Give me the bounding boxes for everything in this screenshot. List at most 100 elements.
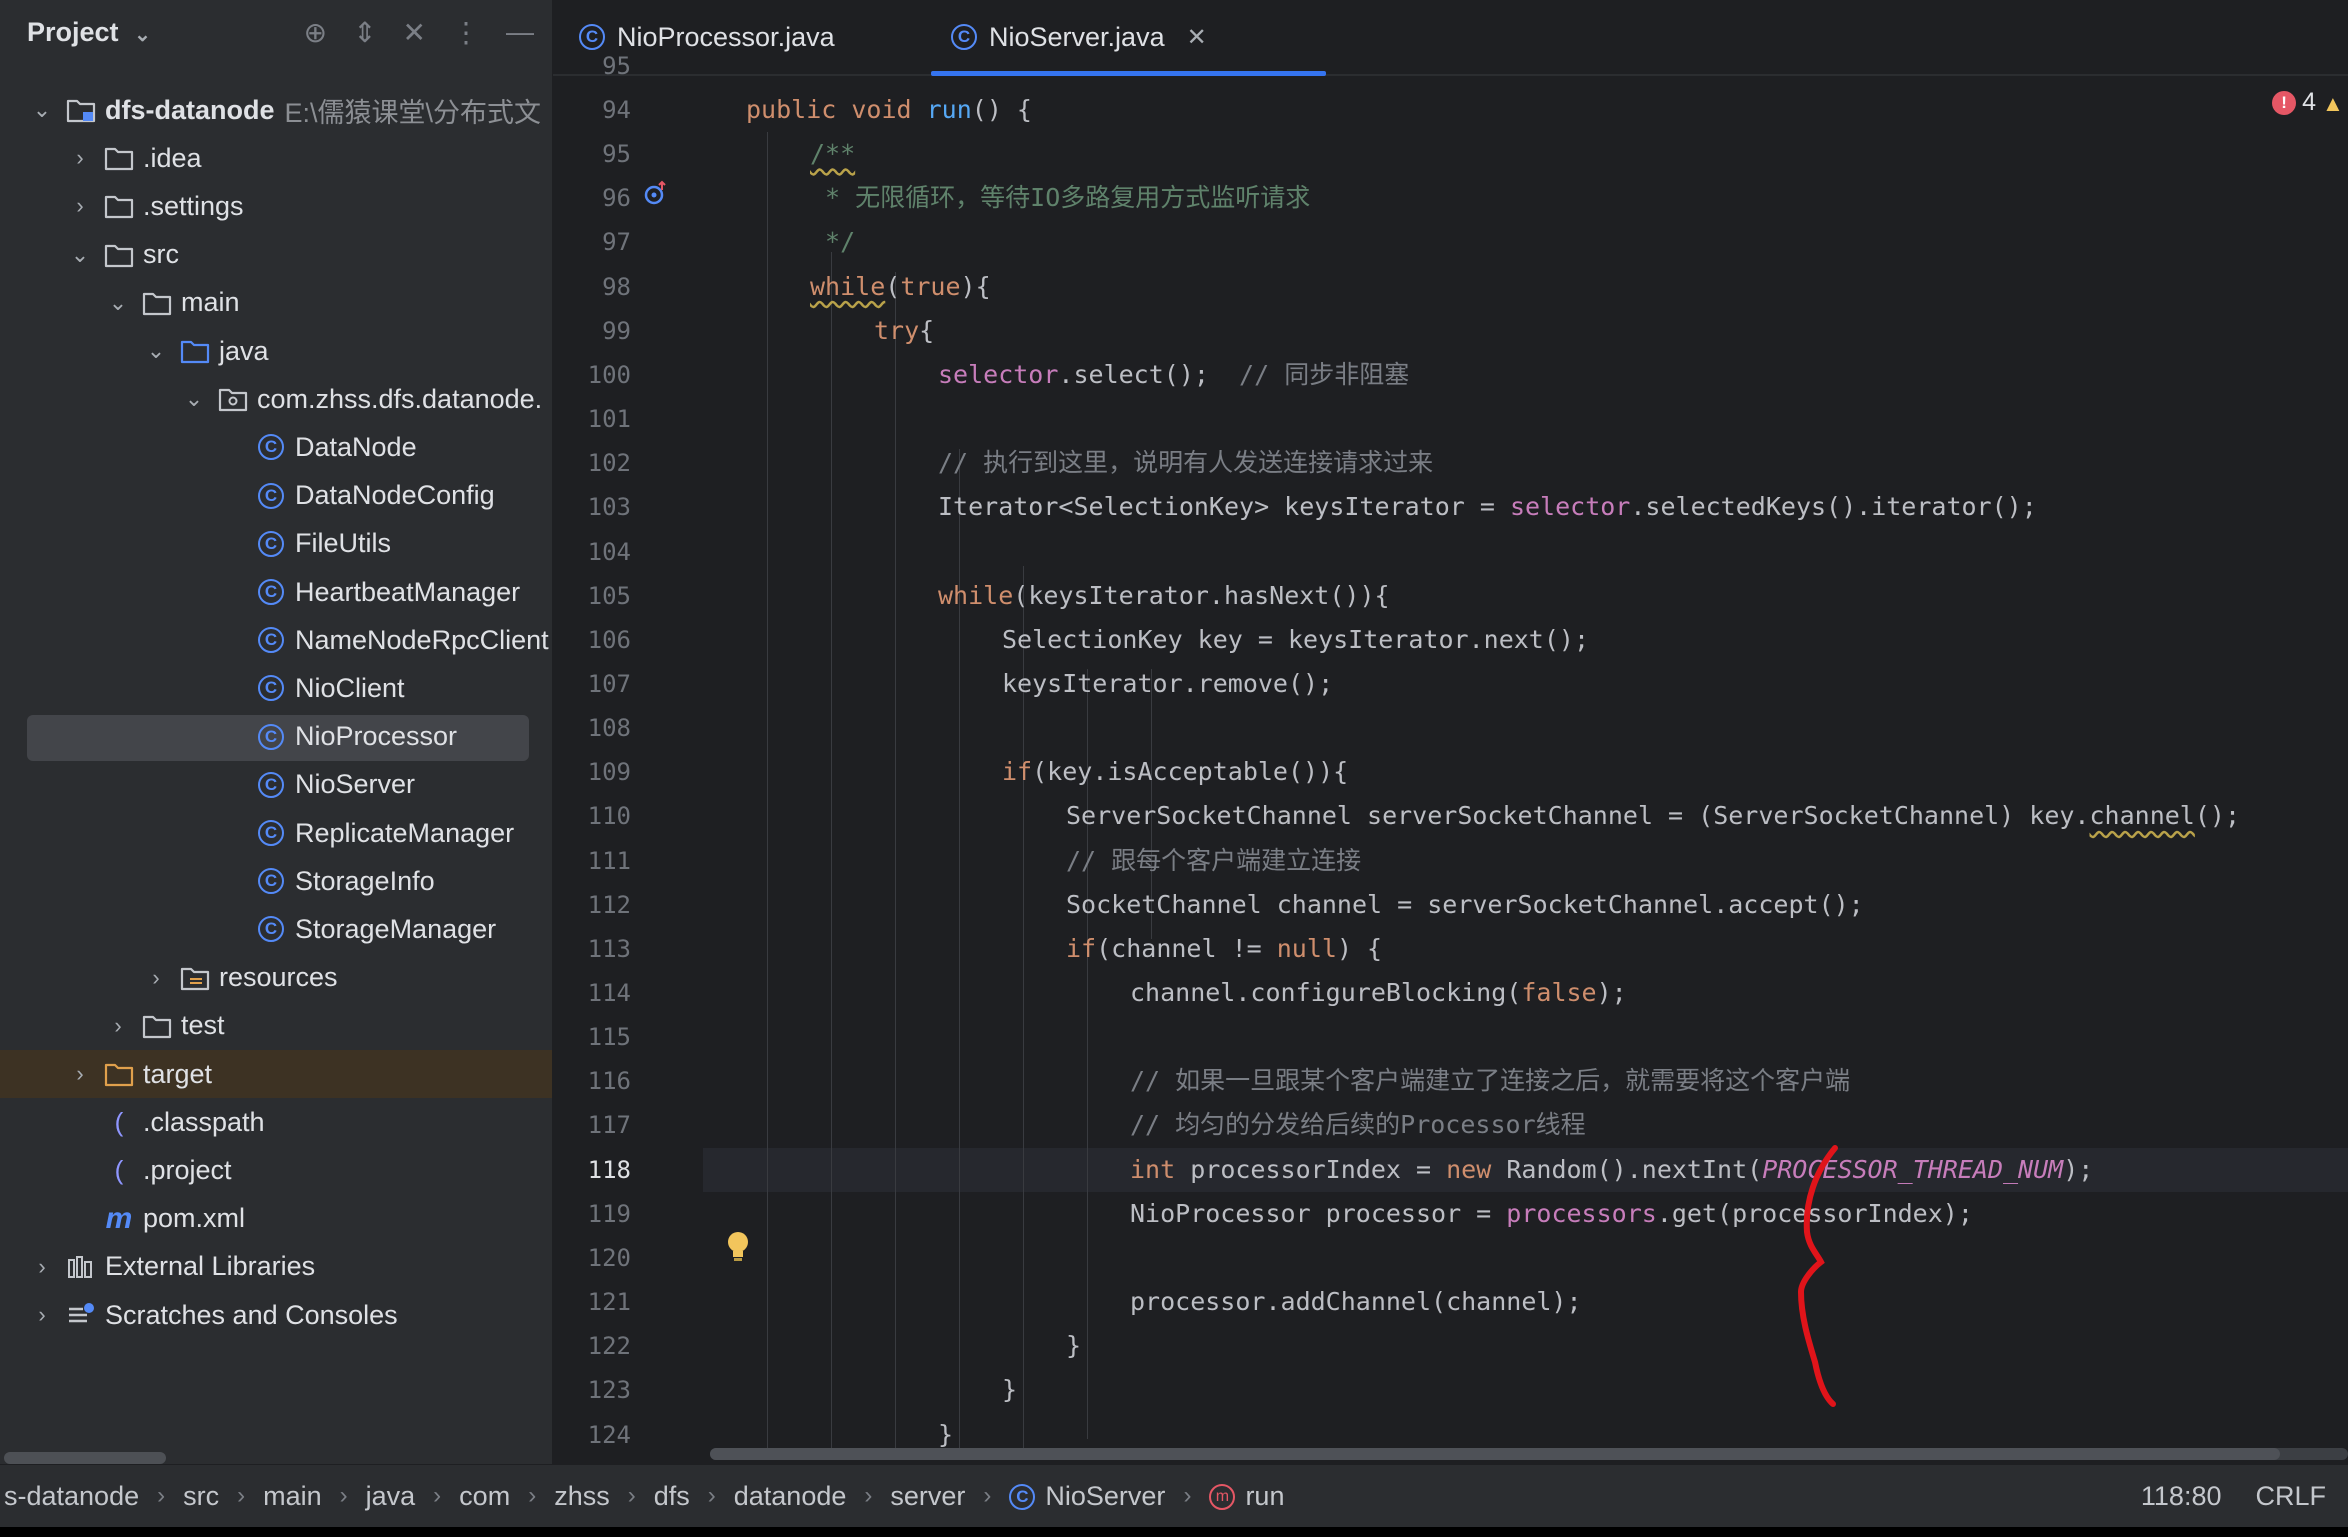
line-number[interactable]: 107 [588, 662, 631, 706]
tree-item-fileutils[interactable]: C FileUtils [0, 520, 552, 568]
code-line[interactable]: // 执行到这里，说明有人发送连接请求过来 [938, 441, 1433, 485]
tree-item-java[interactable]: ⌄ java [0, 327, 552, 375]
project-view-selector[interactable]: Project ⌄ [27, 17, 151, 48]
code-line[interactable]: while(true){ [810, 265, 991, 309]
tree-item-test[interactable]: › test [0, 1002, 552, 1050]
line-number[interactable]: 103 [588, 485, 631, 529]
chevron-right-icon[interactable]: › [31, 1302, 53, 1328]
code-line[interactable]: keysIterator.remove(); [1002, 662, 1333, 706]
chevron-right-icon[interactable]: › [69, 145, 91, 171]
chevron-down-icon[interactable]: ⌄ [31, 97, 53, 123]
tree-item-src[interactable]: ⌄ src [0, 231, 552, 279]
code-line[interactable]: Iterator<SelectionKey> keysIterator = se… [938, 485, 2037, 529]
line-number[interactable]: 112 [588, 883, 631, 927]
line-number[interactable]: 122 [588, 1324, 631, 1368]
code-line[interactable]: while(keysIterator.hasNext()){ [938, 574, 1390, 618]
line-number[interactable]: 102 [588, 441, 631, 485]
tree-item-com-zhss-dfs-datanode[interactable]: ⌄ com.zhss.dfs.datanode. [0, 375, 552, 423]
inspection-widget[interactable]: ! 4 ▲ [2272, 88, 2344, 117]
line-number[interactable]: 108 [588, 706, 631, 750]
tree-item-datanodeconfig[interactable]: C DataNodeConfig [0, 472, 552, 520]
code-area[interactable]: public void run() {/** * 无限循环，等待IO多路复用方式… [703, 74, 2348, 1449]
line-number[interactable]: 99 [602, 309, 631, 353]
expand-all-icon[interactable]: ⇕ [353, 16, 376, 49]
line-number[interactable]: 124 [588, 1413, 631, 1457]
line-number[interactable]: 98 [602, 265, 631, 309]
locate-icon[interactable]: ⊕ [304, 16, 327, 49]
breadcrumb-item[interactable]: com [455, 1481, 514, 1512]
tree-item-nioserver[interactable]: C NioServer [0, 761, 552, 809]
code-line[interactable]: } [1002, 1368, 1017, 1412]
tree-item-heartbeatmanager[interactable]: C HeartbeatManager [0, 568, 552, 616]
chevron-right-icon[interactable]: › [69, 1061, 91, 1087]
editor-horizontal-scrollbar[interactable] [710, 1448, 2348, 1460]
code-line[interactable]: SocketChannel channel = serverSocketChan… [1066, 883, 1864, 927]
line-number[interactable]: 118 [588, 1148, 631, 1192]
scrollbar-thumb[interactable] [710, 1448, 2280, 1460]
line-number[interactable]: 120 [588, 1236, 631, 1280]
more-options-icon[interactable]: ⋮ [452, 16, 480, 49]
chevron-right-icon[interactable]: › [69, 193, 91, 219]
breadcrumb-item[interactable]: server [886, 1481, 969, 1512]
line-number[interactable]: 115 [588, 1015, 631, 1059]
tree-item-project[interactable]: (.project [0, 1146, 552, 1194]
chevron-down-icon[interactable]: ⌄ [183, 386, 205, 412]
breadcrumb-item[interactable]: main [259, 1481, 326, 1512]
tree-item-classpath[interactable]: (.classpath [0, 1098, 552, 1146]
breadcrumb-item[interactable]: src [179, 1481, 223, 1512]
chevron-down-icon[interactable]: ⌄ [107, 290, 129, 316]
code-line[interactable]: // 如果一旦跟某个客户端建立了连接之后，就需要将这个客户端 [1130, 1059, 1850, 1103]
breadcrumb-item[interactable]: C NioServer [1005, 1481, 1169, 1512]
line-number[interactable]: 123 [588, 1368, 631, 1412]
tree-item-dfs-datanode[interactable]: ⌄ dfs-datanode E:\儒猿课堂\分布式文 [0, 86, 552, 134]
chevron-right-icon[interactable]: › [107, 1013, 129, 1039]
line-number[interactable]: 119 [588, 1192, 631, 1236]
code-line[interactable]: /** [810, 132, 855, 176]
tree-item-resources[interactable]: › resources [0, 954, 552, 1002]
line-number[interactable]: 109 [588, 750, 631, 794]
line-number[interactable]: 96 [602, 176, 631, 220]
chevron-right-icon[interactable]: › [145, 965, 167, 991]
tree-item-datanode[interactable]: C DataNode [0, 423, 552, 471]
tree-item-nioclient[interactable]: C NioClient [0, 664, 552, 712]
code-line[interactable]: public void run() { [746, 88, 1032, 132]
line-separator[interactable]: CRLF [2255, 1481, 2326, 1512]
line-number[interactable]: 113 [588, 927, 631, 971]
tree-item-storageinfo[interactable]: C StorageInfo [0, 857, 552, 905]
caret-position[interactable]: 118:80 [2141, 1481, 2222, 1512]
line-number[interactable]: 121 [588, 1280, 631, 1324]
tree-item-namenoderpcclient[interactable]: C NameNodeRpcClient [0, 616, 552, 664]
breadcrumb-item[interactable]: m run [1205, 1481, 1288, 1512]
code-line[interactable]: if(key.isAcceptable()){ [1002, 750, 1348, 794]
close-tab-icon[interactable]: ✕ [1187, 23, 1207, 52]
line-number[interactable]: 116 [588, 1059, 631, 1103]
tree-item-idea[interactable]: › .idea [0, 134, 552, 182]
line-number[interactable]: 106 [588, 618, 631, 662]
code-line[interactable]: } [1066, 1324, 1081, 1368]
code-line[interactable]: channel.configureBlocking(false); [1130, 971, 1627, 1015]
code-line[interactable]: int processorIndex = new Random().nextIn… [1130, 1148, 2093, 1192]
chevron-right-icon[interactable]: › [31, 1254, 53, 1280]
line-number[interactable]: 95 [602, 132, 631, 176]
line-number[interactable]: 94 [602, 88, 631, 132]
tree-item-target[interactable]: › target [0, 1050, 552, 1098]
code-line[interactable]: processor.addChannel(channel); [1130, 1280, 1582, 1324]
tree-item-external-libraries[interactable]: › External Libraries [0, 1243, 552, 1291]
chevron-down-icon[interactable]: ⌄ [145, 338, 167, 364]
code-line[interactable]: try{ [874, 309, 934, 353]
tree-item-settings[interactable]: › .settings [0, 182, 552, 230]
tree-item-nioprocessor[interactable]: C NioProcessor [0, 713, 552, 761]
line-number[interactable]: 104 [588, 530, 631, 574]
breadcrumb-item[interactable]: java [362, 1481, 420, 1512]
line-number[interactable]: 114 [588, 971, 631, 1015]
hide-panel-icon[interactable]: — [506, 16, 534, 49]
chevron-down-icon[interactable]: ⌄ [69, 242, 91, 268]
breadcrumb-item[interactable]: dfs [650, 1481, 694, 1512]
line-number[interactable]: 117 [588, 1103, 631, 1147]
breadcrumb-item[interactable]: zhss [550, 1481, 614, 1512]
line-number[interactable]: 110 [588, 794, 631, 838]
tree-item-storagemanager[interactable]: C StorageManager [0, 905, 552, 953]
code-line[interactable]: selector.select(); // 同步非阻塞 [938, 353, 1409, 397]
line-number[interactable]: 105 [588, 574, 631, 618]
breadcrumb-item[interactable]: datanode [730, 1481, 851, 1512]
